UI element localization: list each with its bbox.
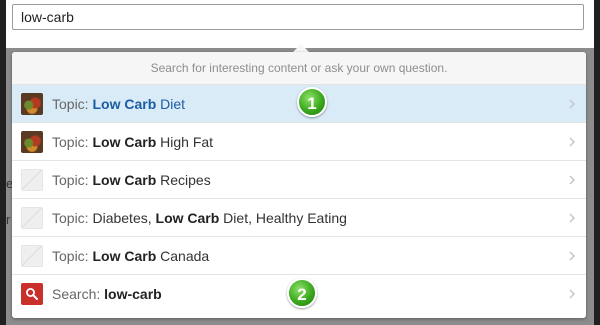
suggestion-text: Diabetes, (92, 209, 156, 226)
suggestion-prefix: Search: (52, 286, 105, 302)
suggestion-text: Canada (156, 247, 210, 264)
suggestion-label: Search: low-carb (52, 286, 162, 302)
search-icon (21, 283, 43, 305)
placeholder-thumbnail (21, 244, 43, 267)
suggestion-item[interactable]: Topic: Low Carb Canada (12, 237, 586, 275)
suggestion-item[interactable]: Topic: Diabetes, Low Carb Diet, Healthy … (12, 199, 586, 237)
suggestion-text: Diet, Healthy Eating (219, 209, 347, 226)
suggestion-prefix: Topic: (52, 209, 93, 226)
suggestion-prefix: Topic: (52, 133, 93, 150)
chevron-right-icon (566, 135, 578, 147)
topic-thumbnail (21, 130, 43, 153)
suggestion-item[interactable]: Topic: Low Carb High Fat (12, 123, 586, 161)
search-input[interactable] (13, 5, 583, 29)
suggestion-match-text: Low Carb (155, 209, 220, 226)
placeholder-thumbnail (21, 168, 43, 191)
search-box (12, 4, 584, 30)
suggestion-label: Topic: Low Carb High Fat (52, 134, 213, 150)
suggestion-prefix: Topic: (52, 171, 93, 188)
suggestion-label: Topic: Low Carb Canada (52, 248, 209, 264)
suggestion-text: High Fat (156, 133, 214, 150)
suggestion-match-text: low-carb (104, 286, 162, 302)
chevron-right-icon (566, 97, 578, 109)
chevron-right-icon (566, 211, 578, 223)
suggestion-match-text: Low Carb (92, 171, 157, 188)
suggestion-match-text: Low Carb (92, 95, 157, 112)
dropdown-caret (293, 44, 309, 52)
chevron-right-icon (566, 249, 578, 261)
chevron-right-icon (566, 287, 578, 299)
suggestions-hint: Search for interesting content or ask yo… (12, 52, 586, 85)
annotation-badge-2: 2 (287, 278, 317, 308)
placeholder-thumbnail (21, 206, 43, 229)
annotation-badge-1: 1 (297, 87, 327, 117)
suggestion-label: Topic: Diabetes, Low Carb Diet, Healthy … (52, 210, 347, 226)
suggestion-match-text: Low Carb (92, 247, 157, 264)
suggestion-match-text: Low Carb (92, 133, 157, 150)
suggestion-text: Recipes (156, 171, 211, 188)
chevron-right-icon (566, 173, 578, 185)
suggestion-label: Topic: Low Carb Diet (52, 96, 185, 112)
background-text-fragment: r (6, 212, 11, 227)
suggestion-text: Diet (156, 95, 186, 112)
suggestion-prefix: Topic: (52, 247, 93, 264)
topic-thumbnail (21, 92, 43, 115)
suggestion-label: Topic: Low Carb Recipes (52, 172, 211, 188)
suggestion-prefix: Topic: (52, 95, 93, 112)
suggestion-item[interactable]: Topic: Low Carb Recipes (12, 161, 586, 199)
